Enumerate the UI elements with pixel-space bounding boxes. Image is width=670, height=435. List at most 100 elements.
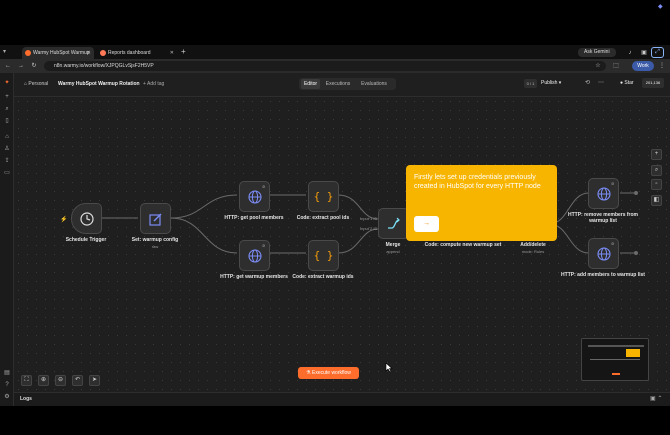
- tab-executions[interactable]: Executions: [323, 79, 353, 89]
- save-icon[interactable]: ▣: [640, 48, 648, 58]
- fit-view-icon[interactable]: ⛶: [21, 375, 32, 386]
- minimap-header: [588, 345, 644, 347]
- logs-bar[interactable]: Logs ▣ ⌃: [14, 392, 670, 406]
- hubspot-favicon-icon: [100, 50, 106, 56]
- publish-button[interactable]: Publish ▾: [541, 79, 573, 88]
- flask-icon: ⚗: [306, 370, 311, 376]
- more-icon[interactable]: ⋯: [598, 79, 604, 86]
- trigger-bolt-icon: ⚡: [60, 217, 68, 223]
- close-tab-icon[interactable]: ✕: [87, 47, 91, 59]
- clock-icon: [72, 204, 101, 233]
- profile-button[interactable]: Work: [632, 61, 654, 71]
- code-braces-icon: { }: [313, 249, 334, 262]
- bookmark-star-icon[interactable]: ☆: [594, 61, 602, 71]
- tab-search-icon[interactable]: ▾: [3, 48, 11, 56]
- add-node-icon[interactable]: +: [651, 149, 662, 160]
- side-panel-icon[interactable]: ◧: [651, 195, 662, 206]
- node-merge[interactable]: [378, 208, 409, 239]
- new-tab-button[interactable]: +: [181, 47, 186, 57]
- node-schedule-trigger[interactable]: [71, 203, 102, 234]
- help-icon[interactable]: ?: [3, 381, 11, 389]
- execute-label: Execute workflow: [311, 370, 351, 376]
- chevron-down-icon: ▾: [558, 80, 562, 86]
- zoom-out-icon[interactable]: ⊖: [55, 375, 66, 386]
- browser-window: ▾ Warmy HubSpot Warmup ✕ Reports dashboa…: [0, 45, 670, 406]
- search-nodes-icon[interactable]: ⌕: [651, 165, 662, 176]
- n8n-logo-icon[interactable]: ✦: [3, 79, 11, 87]
- tab-reports[interactable]: Reports dashboard ✕: [97, 47, 177, 59]
- node-code-extract-pool[interactable]: { }: [308, 181, 339, 212]
- node-set-config[interactable]: [140, 203, 171, 234]
- gemini-label: Ask Gemini: [584, 49, 610, 55]
- url-input[interactable]: n8n.warmy.io/workflow/XJPQGLvSjsF2H5VP: [44, 61, 606, 71]
- back-icon[interactable]: ←: [4, 61, 12, 71]
- node-label: Add/delete: [520, 242, 546, 248]
- add-tag-button[interactable]: + Add tag: [143, 81, 164, 87]
- add-icon[interactable]: +: [3, 93, 11, 101]
- zoom-in-icon[interactable]: ⊕: [38, 375, 49, 386]
- star-count: 201,136: [642, 78, 664, 88]
- github-star-button[interactable]: ● Star: [620, 78, 642, 88]
- chat-icon[interactable]: ▭: [3, 169, 11, 177]
- minimap[interactable]: [581, 338, 649, 381]
- sticky-note-icon[interactable]: ▫: [651, 179, 662, 190]
- node-label: HTTP: add members to warmup list: [561, 272, 645, 278]
- node-http-remove[interactable]: ⊘: [588, 178, 619, 209]
- workflow-name[interactable]: Warmy HubSpot Warmup Rotation: [58, 81, 140, 87]
- settings-icon[interactable]: ⚙: [3, 393, 11, 401]
- templates-icon[interactable]: ▤: [3, 369, 11, 377]
- pin-icon: ⊘: [262, 243, 266, 248]
- tidy-up-icon[interactable]: ➤: [89, 375, 100, 386]
- search-icon[interactable]: ⌕: [3, 105, 11, 113]
- node-http-add[interactable]: ⊘: [588, 238, 619, 269]
- logs-label: Logs: [20, 396, 32, 402]
- ask-gemini-button[interactable]: Ask Gemini: [578, 48, 616, 57]
- minimap-tooltip: [626, 349, 640, 357]
- breadcrumb-owner: Personal: [28, 81, 49, 87]
- url-text: n8n.warmy.io/workflow/XJPQGLvSjsF2H5VP: [54, 63, 154, 69]
- media-icon[interactable]: ♪: [626, 48, 634, 58]
- workflow-canvas[interactable]: ⚡ Schedule Trigger Set: warmup config ra…: [14, 97, 670, 392]
- node-label: Code: extract warmup ids: [292, 274, 354, 280]
- close-tab-icon[interactable]: ✕: [170, 47, 174, 59]
- execute-workflow-button[interactable]: ⚗ Execute workflow: [298, 367, 359, 379]
- node-http-get-pool[interactable]: ⊘: [239, 181, 270, 212]
- home-icon[interactable]: ⌂: [3, 133, 11, 141]
- pencil-icon: [141, 204, 170, 233]
- tooltip-text: Firstly lets set up credentials previous…: [414, 174, 541, 190]
- reload-icon[interactable]: ↻: [30, 61, 38, 71]
- tab-editor[interactable]: Editor: [301, 79, 320, 89]
- tab-strip: ▾ Warmy HubSpot Warmup ✕ Reports dashboa…: [0, 45, 670, 59]
- cursor-icon: [385, 360, 393, 378]
- pin-icon: ⊘: [262, 184, 266, 189]
- node-sublabel: raw: [151, 244, 159, 249]
- publish-label: Publish: [541, 80, 558, 86]
- history-icon[interactable]: ⟲: [585, 79, 590, 86]
- app-header: ⌂ Personal Warmy HubSpot Warmup Rotation…: [14, 73, 670, 97]
- logs-toggle-icon[interactable]: ▣ ⌃: [650, 395, 662, 402]
- extensions-icon[interactable]: ⬚: [612, 61, 620, 71]
- pin-icon: ⊘: [611, 181, 615, 186]
- breadcrumb[interactable]: ⌂ Personal: [24, 81, 48, 87]
- pin-icon: ⊘: [611, 241, 615, 246]
- undo-icon[interactable]: ↶: [72, 375, 83, 386]
- star-label: Star: [624, 80, 634, 86]
- tab-warmy[interactable]: Warmy HubSpot Warmup ✕: [22, 47, 94, 59]
- code-braces-icon: { }: [313, 190, 334, 203]
- node-label: Set: warmup config: [131, 237, 179, 243]
- panel-icon[interactable]: ▯: [3, 117, 11, 125]
- menu-icon[interactable]: ⋮: [658, 61, 666, 71]
- address-bar-row: ← → ↻ n8n.warmy.io/workflow/XJPQGLvSjsF2…: [0, 59, 670, 73]
- expand-icon[interactable]: ⤢: [651, 47, 664, 58]
- merge-icon: [379, 209, 408, 238]
- extension-icon[interactable]: ◆: [658, 3, 666, 11]
- node-code-extract-warmup[interactable]: { }: [308, 240, 339, 271]
- tab-evaluations[interactable]: Evaluations: [355, 79, 393, 89]
- tooltip-next-button[interactable]: →: [414, 216, 439, 232]
- share-icon[interactable]: ⇪: [3, 157, 11, 165]
- node-http-get-warmup[interactable]: ⊘: [239, 240, 270, 271]
- counter-badge: 0 / 1: [524, 79, 537, 88]
- node-sublabel: append: [386, 249, 400, 254]
- forward-icon[interactable]: →: [17, 61, 25, 71]
- user-icon[interactable]: ♙: [3, 145, 11, 153]
